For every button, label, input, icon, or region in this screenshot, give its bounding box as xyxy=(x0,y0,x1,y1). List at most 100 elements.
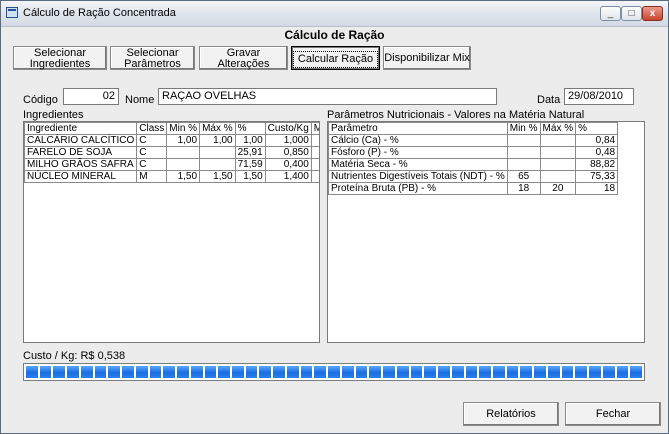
progress-segment xyxy=(218,366,231,378)
progress-segment xyxy=(547,366,560,378)
parameter-cell: 75,33 xyxy=(575,170,619,183)
parameter-header-cell[interactable]: Máx % xyxy=(539,122,577,135)
ingredient-cell: 1,000 xyxy=(264,134,312,147)
calculate-ration-button[interactable]: Calcular Ração xyxy=(291,46,380,70)
parameter-row[interactable]: Nutrientes Digestíveis Totais (NDT) - % 6… xyxy=(328,170,619,183)
parameter-row[interactable]: Fósforo (P) - % 0,48 xyxy=(328,146,619,159)
progress-segment xyxy=(259,366,272,378)
save-changes-button[interactable]: Gravar Alterações xyxy=(199,46,288,70)
ingredients-table-panel[interactable]: IngredienteClassMin %Máx %%Custo/KgMix C… xyxy=(23,121,320,343)
parameter-cell: 20 xyxy=(539,182,577,195)
parameter-cell: 88,82 xyxy=(575,158,619,171)
parameter-header-cell[interactable]: Min % xyxy=(506,122,541,135)
ingredient-cell: 1,50 xyxy=(234,170,266,183)
parameter-cell: Nutrientes Digestíveis Totais (NDT) - % xyxy=(328,170,508,183)
progress-segment xyxy=(383,366,395,378)
progress-segment xyxy=(616,366,629,378)
ingredient-row[interactable]: NÚCLEO MINERALM1,501,501,501,400S xyxy=(24,170,319,183)
parameter-header-cell[interactable]: % xyxy=(575,122,619,135)
progress-segment xyxy=(80,366,93,378)
parameter-cell: 0,48 xyxy=(575,146,619,159)
close-form-button[interactable]: Fechar xyxy=(565,402,661,426)
select-ingredients-button[interactable]: Selecionar Ingredientes xyxy=(13,46,107,70)
ingredient-cell: C xyxy=(136,134,168,147)
progress-segment xyxy=(286,366,299,378)
reports-button[interactable]: Relatórios xyxy=(463,402,559,426)
ingredient-cell: 0,850 xyxy=(264,146,312,159)
progress-segment xyxy=(355,366,368,378)
progress-segment xyxy=(451,366,464,378)
app-window: Cálculo de Ração Concentrada _ □ x Cálcu… xyxy=(0,0,669,434)
parameter-cell xyxy=(539,146,577,159)
ingredient-header-cell[interactable]: Class xyxy=(136,122,168,135)
ingredient-row[interactable]: MILHO GRÃOS SAFRAC 71,590,400S xyxy=(24,158,319,171)
ingredient-cell: 1,00 xyxy=(234,134,266,147)
progress-segment xyxy=(520,366,533,378)
form-title: Cálculo de Ração xyxy=(284,28,385,42)
ingredient-header-cell[interactable]: Min % xyxy=(166,122,201,135)
progress-segment xyxy=(177,366,189,378)
button-label: Calcular Ração xyxy=(292,51,379,68)
ingredient-cell: M xyxy=(136,170,168,183)
progress-segment xyxy=(341,366,354,378)
progress-segment xyxy=(300,366,313,378)
progress-segment xyxy=(424,366,437,378)
progress-segment xyxy=(465,366,478,378)
progress-segment xyxy=(630,366,643,378)
code-label: Código xyxy=(23,94,58,106)
ingredient-cell: CALCÁRIO CALCÍTICO xyxy=(24,134,138,147)
ingredient-cell: NÚCLEO MINERAL xyxy=(24,170,138,183)
ingredient-cell: S xyxy=(310,158,319,171)
parameter-row[interactable]: Proteína Bruta (PB) - % 18 20 18 xyxy=(328,182,619,195)
parameter-cell: Matéria Seca - % xyxy=(328,158,508,171)
parameter-cell: 65 xyxy=(506,170,541,183)
progress-segment xyxy=(506,366,519,378)
ingredient-row[interactable]: CALCÁRIO CALCÍTICOC1,001,001,001,000S xyxy=(24,134,319,147)
parameter-row[interactable]: Matéria Seca - % 88,82 xyxy=(328,158,619,171)
ingredient-cell xyxy=(166,146,201,159)
ingredient-header-cell[interactable]: Ingrediente xyxy=(24,122,138,135)
ingredient-cell: 25,91 xyxy=(234,146,266,159)
ingredient-row[interactable]: FARELO DE SOJAC 25,910,850S xyxy=(24,146,319,159)
parameter-cell: Proteína Bruta (PB) - % xyxy=(328,182,508,195)
title-bar[interactable]: Cálculo de Ração Concentrada _ □ x xyxy=(1,1,668,27)
ingredients-section-title: Ingredientes xyxy=(23,109,84,121)
parameter-cell xyxy=(506,158,541,171)
make-mix-available-button[interactable]: Disponibilizar Mix xyxy=(383,46,471,70)
progress-segment xyxy=(94,366,107,378)
parameter-cell: 18 xyxy=(575,182,619,195)
progress-segment xyxy=(232,366,244,378)
ingredient-cell xyxy=(166,158,201,171)
code-field[interactable]: 02 xyxy=(63,88,119,105)
parameter-cell xyxy=(506,134,541,147)
ingredient-header-cell[interactable]: Mix xyxy=(310,122,319,135)
ingredient-cell: C xyxy=(136,158,168,171)
parameter-row[interactable]: Cálcio (Ca) - % 0,84 xyxy=(328,134,619,147)
progress-segment xyxy=(163,366,176,378)
progress-segment xyxy=(561,366,574,378)
progress-segment xyxy=(135,366,148,378)
ingredient-cell: FARELO DE SOJA xyxy=(24,146,138,159)
date-label: Data xyxy=(537,94,561,106)
progress-segment xyxy=(396,366,409,378)
parameter-cell: Fósforo (P) - % xyxy=(328,146,508,159)
parameter-cell xyxy=(539,158,577,171)
progress-segment xyxy=(314,366,327,378)
close-button[interactable]: x xyxy=(642,6,663,21)
name-label: Nome xyxy=(125,94,155,106)
parameter-cell: Cálcio (Ca) - % xyxy=(328,134,508,147)
progress-segment xyxy=(245,366,258,378)
ingredient-header-cell[interactable]: Máx % xyxy=(199,122,236,135)
parameters-table-panel[interactable]: Parâmetro Min % Máx %% Cálcio (Ca) - % 0,84… xyxy=(327,121,645,343)
ingredient-header-cell[interactable]: Custo/Kg xyxy=(264,122,312,135)
name-field[interactable]: RAÇAO OVELHAS xyxy=(158,88,497,105)
minimize-button[interactable]: _ xyxy=(600,6,621,21)
ingredient-cell xyxy=(199,158,236,171)
date-field[interactable]: 29/08/2010 xyxy=(564,88,634,105)
select-parameters-button[interactable]: Selecionar Parâmetros xyxy=(110,46,195,70)
progress-segment xyxy=(149,366,162,378)
maximize-button[interactable]: □ xyxy=(621,6,642,21)
parameter-header-cell[interactable]: Parâmetro xyxy=(328,122,508,135)
ingredient-header-cell[interactable]: % xyxy=(234,122,266,135)
progress-segment xyxy=(39,366,52,378)
